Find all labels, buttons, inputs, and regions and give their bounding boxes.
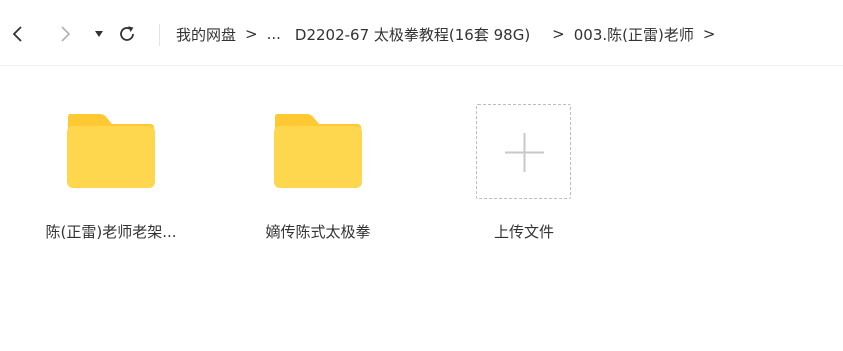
upload-file-label[interactable]: 上传文件 — [438, 221, 610, 242]
breadcrumb: 我的网盘 > ... D2202-67 太极拳教程(16套 98G) > 003… — [176, 22, 724, 46]
forward-button[interactable] — [55, 22, 75, 46]
breadcrumb-trailing-separator[interactable]: > — [703, 25, 716, 43]
folder-item[interactable]: 陈(正雷)老师老架... — [26, 102, 196, 252]
breadcrumb-current[interactable]: 003.陈(正雷)老师 — [574, 24, 694, 45]
breadcrumb-separator: > — [245, 25, 258, 43]
refresh-button[interactable] — [117, 22, 137, 46]
chevron-right-icon — [61, 26, 71, 42]
caret-down-icon — [95, 31, 103, 37]
folder-icon — [274, 114, 362, 188]
folder-icon-box — [233, 102, 403, 202]
file-browser-window: 我的网盘 > ... D2202-67 太极拳教程(16套 98G) > 003… — [0, 0, 843, 351]
folder-icon-box — [26, 102, 196, 202]
folder-icon — [67, 114, 155, 188]
chevron-left-icon — [12, 26, 22, 42]
upload-file-button[interactable] — [476, 104, 571, 199]
folder-name: 陈(正雷)老师老架... — [45, 223, 177, 241]
plus-icon — [505, 133, 544, 172]
toolbar: 我的网盘 > ... D2202-67 太极拳教程(16套 98G) > 003… — [0, 0, 843, 66]
refresh-icon — [120, 26, 134, 41]
file-grid: 陈(正雷)老师老架... 嫡传陈式太极拳 上传文件 — [0, 66, 843, 351]
breadcrumb-separator: > — [552, 25, 565, 43]
breadcrumb-ellipsis[interactable]: ... — [267, 25, 281, 43]
breadcrumb-parent[interactable]: D2202-67 太极拳教程(16套 98G) — [295, 24, 530, 45]
history-dropdown-button[interactable] — [89, 22, 109, 46]
folder-name: 嫡传陈式太极拳 — [265, 223, 371, 241]
back-button[interactable] — [8, 22, 28, 46]
breadcrumb-root[interactable]: 我的网盘 — [176, 24, 236, 45]
folder-item[interactable]: 嫡传陈式太极拳 — [233, 102, 403, 252]
toolbar-divider — [159, 24, 160, 46]
